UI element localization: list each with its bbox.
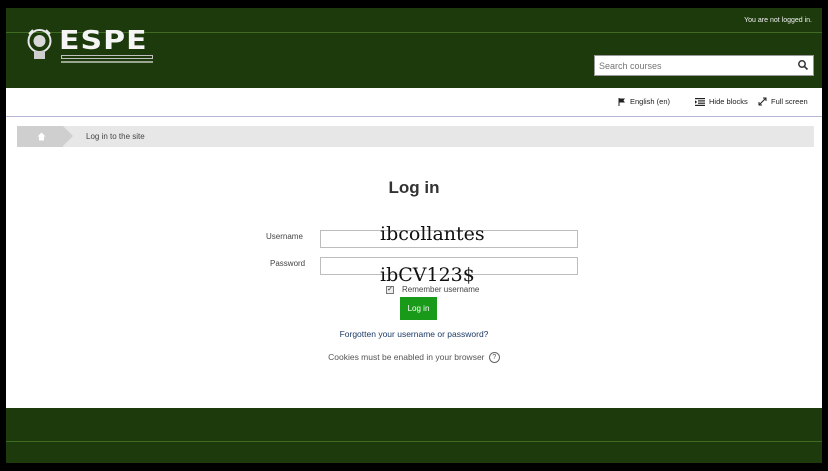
forgot-password-link[interactable]: Forgotten your username or password? (6, 329, 822, 339)
hide-blocks-label: Hide blocks (709, 97, 748, 106)
username-label: Username (266, 232, 303, 241)
password-label: Password (270, 259, 306, 268)
logo-subtitle-line (61, 61, 153, 63)
full-screen-label: Full screen (771, 97, 808, 106)
login-status-text: You are not logged in. (744, 17, 812, 24)
login-button[interactable]: Log in (400, 297, 437, 320)
search-courses-box (594, 55, 814, 76)
remember-username-checkbox[interactable]: ✓ (386, 285, 394, 294)
password-value: ibCV123$ (380, 264, 475, 286)
remember-username-label: Remember username (402, 285, 480, 294)
top-navbar: English (en) Hide blocks Full screen (6, 88, 822, 117)
breadcrumb-separator (63, 126, 73, 146)
logo-subtitle-band (61, 55, 153, 59)
logo-wordmark: ESPE (59, 26, 148, 56)
page-title: Log in (388, 178, 440, 197)
page-header: You are not logged in. ESPE (6, 8, 822, 88)
breadcrumb-home[interactable] (17, 126, 63, 147)
username-value: ibcollantes (380, 223, 485, 245)
help-icon[interactable]: ? (488, 352, 500, 364)
browser-viewport: You are not logged in. ESPE Search cours… (6, 8, 822, 463)
language-menu[interactable]: English (en) (618, 97, 670, 106)
cookies-notice: Cookies must be enabled in your browser … (6, 352, 822, 364)
breadcrumb: Log in to the site (17, 126, 814, 147)
hide-blocks-icon (695, 97, 705, 106)
remember-username: ✓ Remember username (386, 285, 479, 294)
expand-icon (758, 97, 767, 106)
search-courses-input[interactable] (595, 56, 793, 76)
breadcrumb-current: Log in to the site (86, 132, 145, 141)
page-footer (6, 408, 822, 463)
full-screen-button[interactable]: Full screen (758, 97, 808, 106)
university-seal-icon (27, 29, 52, 59)
cookies-notice-text: Cookies must be enabled in your browser (328, 352, 485, 362)
footer-divider (6, 441, 822, 442)
search-icon[interactable] (797, 59, 809, 71)
home-icon (37, 132, 46, 141)
hide-blocks-button[interactable]: Hide blocks (695, 97, 748, 106)
flag-icon (618, 97, 625, 106)
language-label: English (en) (630, 97, 671, 106)
